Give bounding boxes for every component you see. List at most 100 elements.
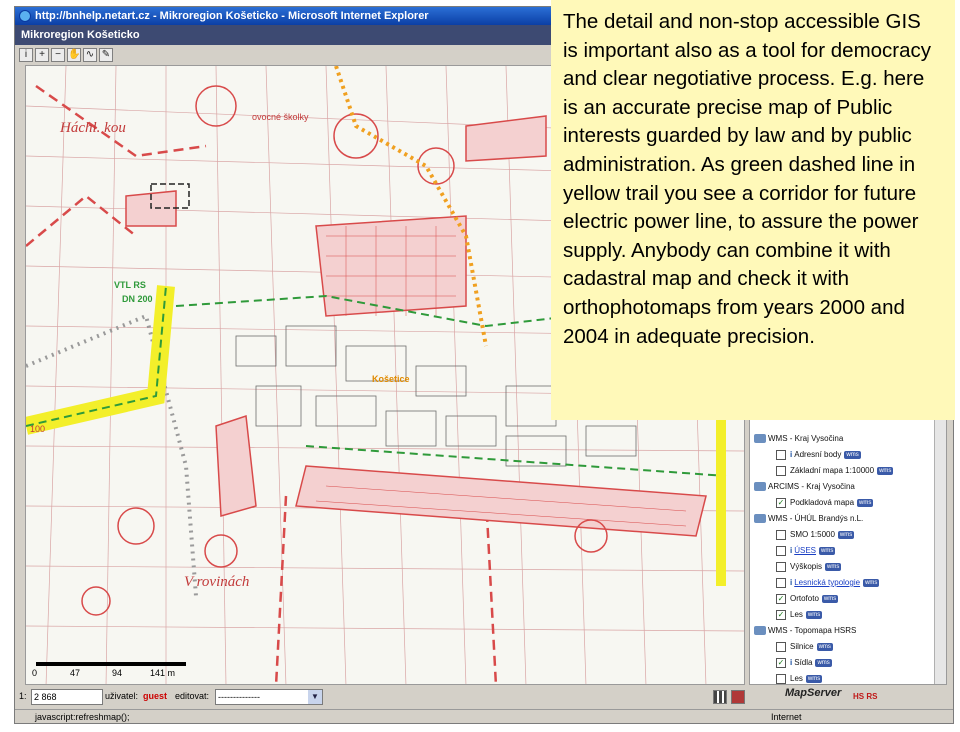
layer-checkbox[interactable]	[776, 674, 786, 684]
map-label-line-number: 100	[30, 424, 46, 434]
layer-label: WMS - Topomapa HSRS	[768, 626, 857, 635]
layer-item[interactable]: i ÚSES wms	[750, 544, 836, 558]
layer-checkbox[interactable]	[776, 642, 786, 652]
wms-badge-icon: wms	[837, 530, 855, 539]
layer-info-icon[interactable]: i	[790, 658, 792, 667]
layer-checkbox[interactable]	[776, 530, 786, 540]
measure-icon[interactable]: ∿	[83, 48, 97, 62]
layer-group-icon	[754, 434, 766, 443]
layer-group: WMS - ÚHÚL Brandýs n.L.	[750, 512, 863, 526]
layer-item[interactable]: ✓ i Sídla wms	[750, 656, 832, 670]
layer-item[interactable]: Les wms	[750, 672, 823, 684]
map-label-schools: ovocné školky	[252, 112, 309, 122]
user-label: uživatel:	[105, 691, 139, 701]
layer-label: Sídla	[794, 658, 813, 667]
layer-checkbox[interactable]: ✓	[776, 658, 786, 668]
layer-checkbox[interactable]	[776, 450, 786, 460]
layer-item[interactable]: ✓ Les wms	[750, 608, 823, 622]
layer-item[interactable]: ✓ Podkladová mapa wms	[750, 496, 874, 510]
layer-checkbox[interactable]: ✓	[776, 610, 786, 620]
mapserver-logo: MapServer	[785, 687, 842, 699]
scale-tick: 141 m	[150, 668, 176, 678]
wms-badge-icon: wms	[863, 578, 880, 587]
layer-label: Podkladová mapa	[790, 498, 855, 507]
chevron-down-icon[interactable]: ▼	[308, 690, 322, 704]
layer-label[interactable]: Lesnická typologie	[794, 578, 860, 587]
layer-item[interactable]: ✓ Ortofoto wms	[750, 592, 839, 606]
layer-group-icon	[754, 626, 766, 635]
annotation-callout: The detail and non-stop accessible GIS i…	[551, 0, 955, 420]
layer-item[interactable]: Základní mapa 1:10000 wms	[750, 464, 894, 478]
annotation-text: The detail and non-stop accessible GIS i…	[563, 10, 932, 348]
map-label-corridor: VTL RS	[114, 280, 146, 290]
wms-badge-icon: wms	[805, 674, 823, 683]
map-label-corridor-sub: DN 200	[122, 294, 153, 304]
bottom-bar: 1: 2 868 uživatel: guest editovat: -----…	[15, 685, 953, 709]
layer-checkbox[interactable]: ✓	[776, 594, 786, 604]
edit-select-value: --------------	[218, 692, 260, 702]
wms-badge-icon: wms	[805, 610, 823, 619]
layer-label: SMO 1:5000	[790, 530, 835, 539]
slide: http://bnhelp.netart.cz - Mikroregion Ko…	[0, 0, 960, 732]
zoom-out-icon[interactable]: −	[51, 48, 65, 62]
pan-icon[interactable]: ✋	[67, 48, 81, 62]
layer-label: Silnice	[790, 642, 814, 651]
user-name: guest	[143, 691, 168, 701]
info-icon[interactable]: i	[19, 48, 33, 62]
layer-label: Základní mapa 1:10000	[790, 466, 875, 475]
app-title: Mikroregion Košeticko	[21, 29, 140, 41]
scale-bar: 0 47 94 141 m	[30, 660, 200, 680]
layer-label[interactable]: ÚSES	[794, 546, 816, 555]
map-label-south: V rovinách	[184, 574, 250, 590]
map-label-town: Košetice	[372, 374, 410, 384]
layer-group-icon	[754, 482, 766, 491]
layer-label: ARCIMS - Kraj Vysočina	[768, 482, 855, 491]
layer-label: Adresní body	[794, 450, 842, 459]
hsrs-logo: HS RS	[853, 692, 878, 701]
layer-group: WMS - Topomapa HSRS	[750, 624, 856, 638]
layer-checkbox[interactable]: ✓	[776, 498, 786, 508]
scale-tick: 94	[112, 668, 123, 678]
layer-checkbox[interactable]	[776, 546, 786, 556]
wms-badge-icon: wms	[821, 594, 839, 603]
layer-label: Výškopis	[790, 562, 823, 571]
zoom-in-icon[interactable]: +	[35, 48, 49, 62]
map-label-north: Háchl. kou	[60, 120, 126, 136]
layer-item[interactable]: i Lesnická typologie wms	[750, 576, 880, 590]
layer-item[interactable]: Výškopis wms	[750, 560, 842, 574]
wms-badge-icon: wms	[815, 658, 832, 667]
edit-label: editovat:	[175, 691, 210, 701]
wms-badge-icon: wms	[844, 450, 861, 459]
layer-group-icon	[754, 514, 766, 523]
layer-label: Les	[790, 674, 803, 683]
legend-icon[interactable]	[713, 690, 727, 704]
scale-input[interactable]: 2 868	[31, 689, 103, 705]
layer-item[interactable]: SMO 1:5000 wms	[750, 528, 855, 542]
layer-info-icon[interactable]: i	[790, 450, 792, 459]
ie-icon	[19, 10, 31, 22]
edit-select[interactable]: -------------- ▼	[215, 689, 323, 705]
layer-checkbox[interactable]	[776, 562, 786, 572]
layer-label: Ortofoto	[790, 594, 819, 603]
status-bar: javascript:refreshmap(); Internet	[15, 709, 953, 723]
layer-item[interactable]: Silnice wms	[750, 640, 833, 654]
print-icon[interactable]	[731, 690, 745, 704]
layer-info-icon[interactable]: i	[790, 578, 792, 587]
scale-tick: 47	[70, 668, 81, 678]
scale-tick: 0	[32, 668, 38, 678]
layer-group: WMS - Kraj Vysočina	[750, 432, 843, 446]
layer-group: ARCIMS - Kraj Vysočina	[750, 480, 855, 494]
layer-info-icon[interactable]: i	[790, 546, 792, 555]
layer-item[interactable]: i Adresní body wms	[750, 448, 861, 462]
layer-checkbox[interactable]	[776, 578, 786, 588]
layer-label: WMS - ÚHÚL Brandýs n.L.	[768, 514, 864, 523]
layer-checkbox[interactable]	[776, 466, 786, 476]
security-zone: Internet	[771, 712, 802, 722]
draw-icon[interactable]: ✎	[99, 48, 113, 62]
scale-bar-line	[36, 662, 186, 666]
layer-label: Les	[790, 610, 803, 619]
wms-badge-icon: wms	[857, 498, 874, 507]
window-title: http://bnhelp.netart.cz - Mikroregion Ko…	[35, 10, 429, 22]
layer-label: WMS - Kraj Vysočina	[768, 434, 844, 443]
wms-badge-icon: wms	[819, 546, 836, 555]
